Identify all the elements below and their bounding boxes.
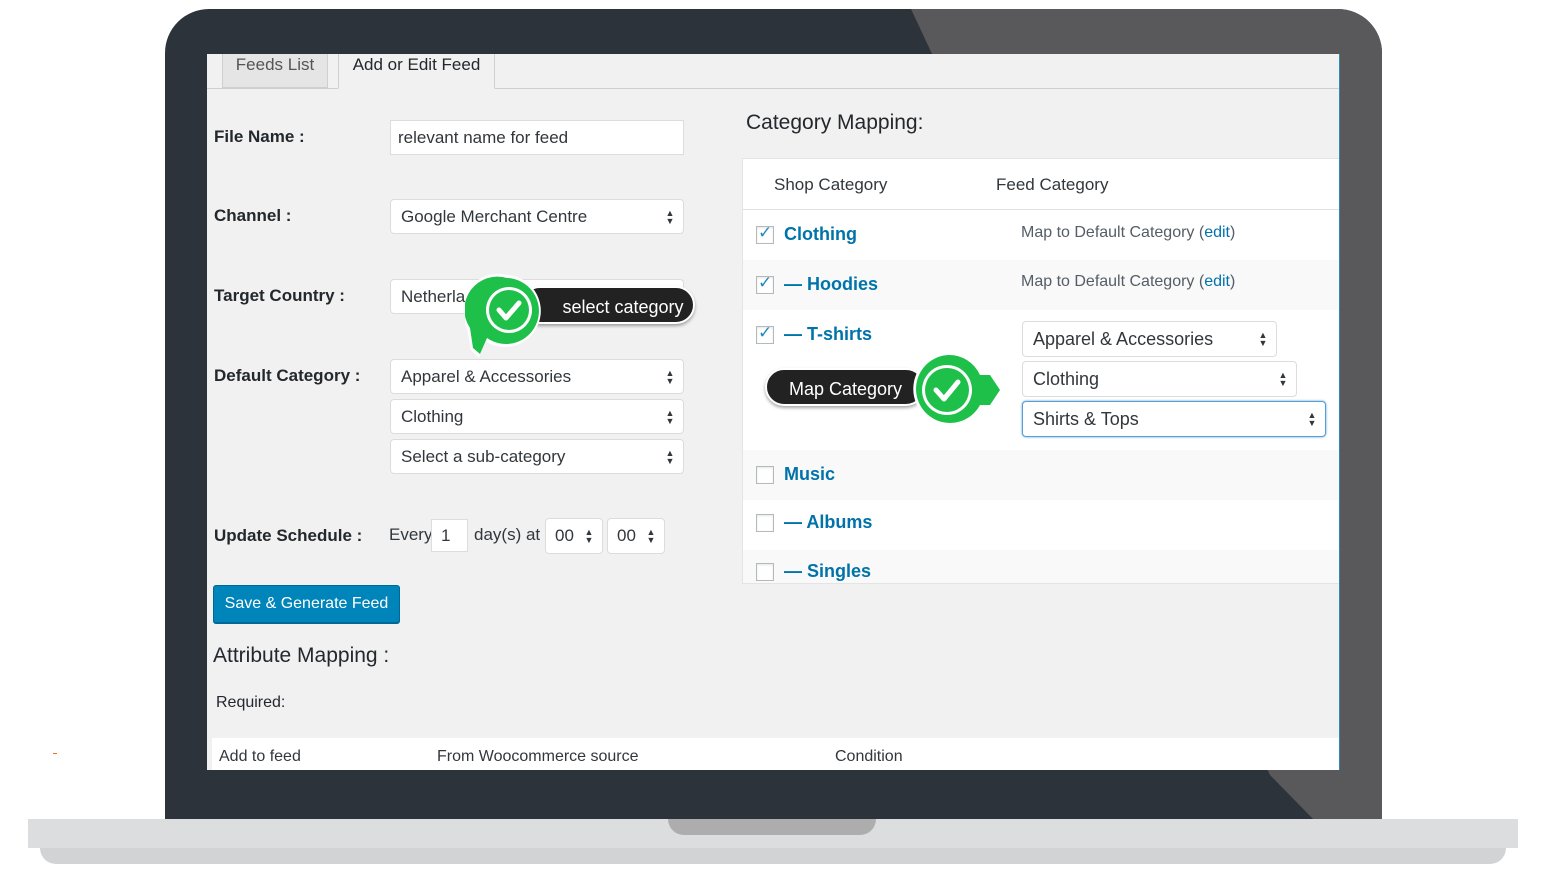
checkbox-hoodies[interactable]: ✓ [756, 273, 774, 294]
hour-select[interactable]: 00 ▲ ▼ [545, 518, 603, 554]
checkbox-tshirts[interactable]: ✓ [756, 323, 774, 344]
tab-bar: Feeds List Add or Edit Feed [207, 54, 1339, 89]
hour-value: 00 [555, 526, 574, 545]
category-name[interactable]: — Hoodies [784, 274, 878, 295]
minute-select[interactable]: 00 ▲ ▼ [607, 518, 665, 554]
feed-category-level3-select[interactable]: Shirts & Tops ▲ ▼ [1022, 401, 1326, 437]
paren-close: ) [1230, 273, 1236, 290]
column-add-to-feed: Add to feed [219, 748, 301, 765]
select-arrows-icon: ▲▼ [1258, 330, 1268, 348]
minute-value: 00 [617, 526, 636, 545]
tab-add-edit-feed[interactable]: Add or Edit Feed [338, 54, 495, 89]
checkbox-clothing[interactable]: ✓ [756, 223, 774, 244]
map-default-label: Map to Default Category ( [1021, 273, 1205, 290]
category-name[interactable]: — Singles [784, 561, 871, 582]
category-row-hoodies: ✓ — Hoodies Map to Default Category (edi… [743, 260, 1339, 310]
edit-link[interactable]: edit [1204, 273, 1230, 290]
attribute-mapping-title: Attribute Mapping : [213, 644, 390, 667]
channel-label: Channel : [214, 206, 292, 225]
column-woocommerce-source: From Woocommerce source [437, 748, 639, 765]
file-name-input[interactable]: relevant name for feed [390, 120, 684, 155]
default-category-level1-select[interactable]: Apparel & Accessories ▲ ▼ [390, 359, 684, 394]
days-suffix-text: day(s) at [474, 525, 541, 544]
column-condition: Condition [835, 748, 903, 765]
default-category-level3-select[interactable]: Select a sub-category ▲ ▼ [390, 439, 684, 474]
category-row-albums: — Albums [743, 500, 1339, 550]
select-arrows-icon: ▲▼ [665, 407, 675, 426]
required-label: Required: [216, 694, 286, 711]
select-arrows-icon: ▲▼ [1278, 370, 1288, 388]
checkmark-icon: ✓ [758, 323, 773, 342]
category-name[interactable]: — T-shirts [784, 324, 872, 345]
feed-category-level1-value: Apparel & Accessories [1033, 329, 1214, 349]
days-input[interactable]: 1 [431, 519, 468, 552]
channel-select[interactable]: Google Merchant Centre ▲ ▼ [390, 199, 684, 234]
target-country-label: Target Country : [214, 286, 345, 305]
select-arrows-icon: ▲▼ [646, 527, 656, 545]
category-row-clothing: ✓ Clothing Map to Default Category (edit… [743, 210, 1339, 260]
update-schedule-label: Update Schedule : [214, 526, 363, 545]
map-default-text: Map to Default Category (edit) [1021, 224, 1235, 242]
category-name[interactable]: Music [784, 464, 835, 485]
file-name-label: File Name : [214, 127, 305, 146]
save-generate-feed-button[interactable]: Save & Generate Feed [213, 585, 400, 623]
default-category-level2-select[interactable]: Clothing ▲ ▼ [390, 399, 684, 434]
select-arrows-icon: ▲▼ [665, 447, 675, 466]
default-category-level1-value: Apparel & Accessories [401, 367, 572, 386]
checkbox-singles[interactable] [756, 563, 774, 581]
every-text: Every [389, 525, 433, 544]
feed-category-level2-value: Clothing [1033, 369, 1100, 389]
checkbox-albums[interactable] [756, 514, 774, 532]
map-default-text: Map to Default Category (edit) [1021, 273, 1235, 291]
edit-link[interactable]: edit [1204, 224, 1230, 241]
default-category-level2-value: Clothing [401, 407, 464, 426]
checkbox-music[interactable] [756, 466, 774, 484]
laptop-base-bottom [40, 848, 1506, 864]
map-default-label: Map to Default Category ( [1021, 224, 1205, 241]
map-category-check-badge [913, 351, 1004, 426]
column-feed-category: Feed Category [996, 175, 1109, 194]
category-name[interactable]: Clothing [784, 224, 857, 245]
laptop-notch [668, 819, 876, 835]
feed-category-level3-value: Shirts & Tops [1033, 409, 1139, 429]
attribute-table-header: Add to feed From Woocommerce source Cond… [212, 738, 1339, 770]
category-table-header: Shop Category Feed Category [743, 159, 1339, 210]
category-name[interactable]: — Albums [784, 512, 872, 533]
select-arrows-icon: ▲▼ [665, 207, 675, 226]
default-category-label: Default Category : [214, 366, 361, 385]
feed-category-level1-select[interactable]: Apparel & Accessories ▲ ▼ [1022, 321, 1277, 357]
select-arrows-icon: ▲▼ [1307, 410, 1317, 428]
stray-mark [53, 753, 57, 754]
screen: Feeds List Add or Edit Feed File Name : … [207, 54, 1340, 770]
map-category-callout: Map Category [765, 368, 925, 406]
paren-close: ) [1230, 224, 1236, 241]
column-shop-category: Shop Category [774, 175, 888, 194]
target-country-value: Netherlan [401, 287, 475, 306]
checkmark-icon: ✓ [758, 273, 773, 292]
category-row-singles: — Singles [743, 550, 1339, 583]
category-mapping-title: Category Mapping: [746, 111, 924, 134]
select-category-check-badge [465, 273, 541, 358]
default-category-level3-value: Select a sub-category [401, 447, 566, 466]
channel-value: Google Merchant Centre [401, 207, 588, 226]
checkmark-icon: ✓ [758, 223, 773, 242]
select-arrows-icon: ▲▼ [665, 367, 675, 386]
category-row-music: Music [743, 450, 1339, 500]
feed-category-level2-select[interactable]: Clothing ▲ ▼ [1022, 361, 1297, 397]
select-arrows-icon: ▲▼ [584, 527, 594, 545]
tab-feeds-list[interactable]: Feeds List [222, 54, 328, 88]
